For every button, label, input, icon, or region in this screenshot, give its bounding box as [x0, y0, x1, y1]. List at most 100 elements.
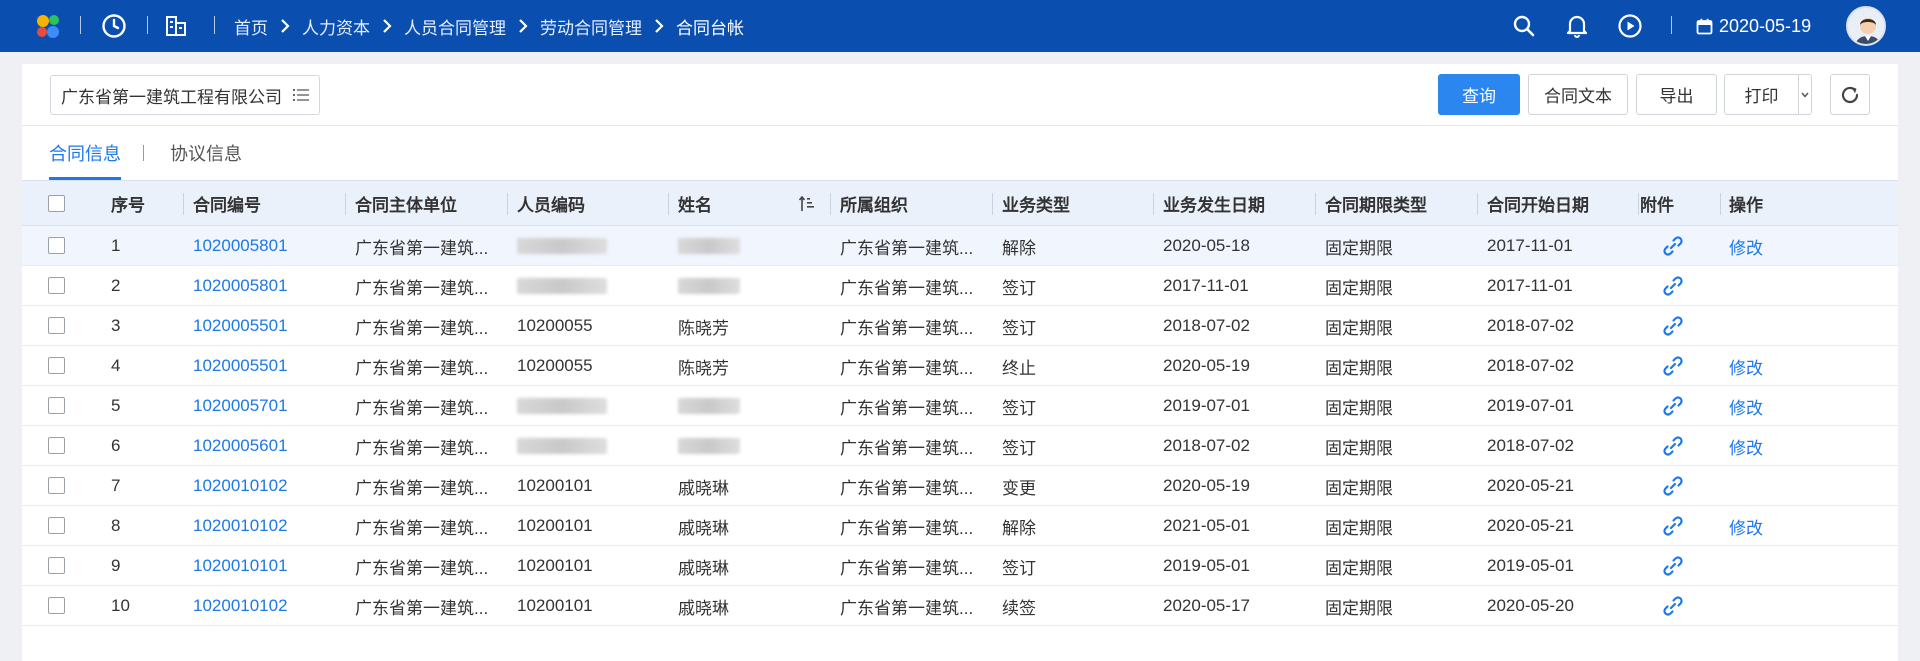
- refresh-icon: [1841, 86, 1859, 103]
- attachment-icon[interactable]: [1662, 586, 1684, 626]
- breadcrumb-item-home[interactable]: 首页: [234, 14, 268, 39]
- table-row[interactable]: 10 1020010102 广东省第一建筑... 10200101 戚晓琳 广东省第一建筑…: [22, 586, 1898, 626]
- app-logo-icon[interactable]: [34, 13, 62, 39]
- column-header-term-type[interactable]: 合同期限类型: [1325, 181, 1427, 226]
- column-header-contract-no[interactable]: 合同编号: [193, 181, 261, 226]
- cell-entity: 广东省第一建筑...: [355, 318, 489, 338]
- table-row[interactable]: 6 1020005601 广东省第一建筑... 广东省第一建筑... 签订 2018-07…: [22, 426, 1898, 466]
- edit-link[interactable]: 修改: [1729, 506, 1763, 546]
- cell-business-date: 2020-05-17: [1163, 596, 1250, 615]
- sort-icon[interactable]: [798, 181, 816, 226]
- export-button[interactable]: 导出: [1636, 74, 1717, 115]
- table-row[interactable]: 9 1020010101 广东省第一建筑... 10200101 戚晓琳 广东省第一建筑.…: [22, 546, 1898, 586]
- row-checkbox[interactable]: [48, 597, 65, 614]
- table-row[interactable]: 5 1020005701 广东省第一建筑... 广东省第一建筑... 签订 2019-07…: [22, 386, 1898, 426]
- column-header-entity[interactable]: 合同主体单位: [355, 181, 457, 226]
- attachment-icon[interactable]: [1662, 386, 1684, 426]
- table-row[interactable]: 2 1020005801 广东省第一建筑... 广东省第一建筑... 签订 2017-11…: [22, 266, 1898, 306]
- topbar-divider: [1671, 16, 1672, 34]
- attachment-icon[interactable]: [1662, 346, 1684, 386]
- select-all-checkbox[interactable]: [48, 195, 65, 212]
- row-checkbox[interactable]: [48, 397, 65, 414]
- contract-no-link[interactable]: 1020010102: [193, 466, 288, 506]
- tab-contract-info[interactable]: 合同信息: [49, 140, 121, 180]
- cell-name: 陈晓芳: [678, 358, 729, 378]
- column-header-business-date[interactable]: 业务发生日期: [1163, 181, 1265, 226]
- column-header-start-date[interactable]: 合同开始日期: [1487, 181, 1589, 226]
- cell-business-type: 变更: [1002, 478, 1036, 498]
- edit-link[interactable]: 修改: [1729, 346, 1763, 386]
- table-row[interactable]: 1 1020005801 广东省第一建筑... 广东省第一建筑... 解除 2020-05…: [22, 226, 1898, 266]
- contract-no-link[interactable]: 1020005601: [193, 426, 288, 466]
- row-checkbox[interactable]: [48, 357, 65, 374]
- table-row[interactable]: 4 1020005501 广东省第一建筑... 10200055 陈晓芳 广东省第一建筑.…: [22, 346, 1898, 386]
- cell-business-type: 签订: [1002, 438, 1036, 458]
- contract-no-link[interactable]: 1020010102: [193, 506, 288, 546]
- contract-no-link[interactable]: 1020005701: [193, 386, 288, 426]
- edit-link[interactable]: 修改: [1729, 426, 1763, 466]
- chevron-right-icon: [518, 19, 528, 33]
- attachment-icon[interactable]: [1662, 306, 1684, 346]
- table-row[interactable]: 3 1020005501 广东省第一建筑... 10200055 陈晓芳 广东省第一建筑.…: [22, 306, 1898, 346]
- refresh-button[interactable]: [1830, 74, 1870, 115]
- column-divider: [345, 193, 346, 215]
- column-header-business-type[interactable]: 业务类型: [1002, 181, 1070, 226]
- contract-no-link[interactable]: 1020005801: [193, 226, 288, 266]
- cell-business-type: 签订: [1002, 558, 1036, 578]
- table-row[interactable]: 7 1020010102 广东省第一建筑... 10200101 戚晓琳 广东省第一建筑.…: [22, 466, 1898, 506]
- breadcrumb-item-contract-management[interactable]: 人员合同管理: [404, 14, 506, 39]
- date-display[interactable]: 2020-05-19: [1696, 0, 1811, 52]
- column-header-employee-code[interactable]: 人员编码: [517, 181, 585, 226]
- row-checkbox[interactable]: [48, 237, 65, 254]
- cell-term-type: 固定期限: [1325, 598, 1393, 618]
- row-checkbox[interactable]: [48, 277, 65, 294]
- main-panel: 广东省第一建筑工程有限公司 查询 合同文本 导出 打印 合同信息 协议信息 序号…: [22, 64, 1898, 661]
- row-checkbox[interactable]: [48, 477, 65, 494]
- row-checkbox[interactable]: [48, 317, 65, 334]
- column-header-name[interactable]: 姓名: [678, 181, 712, 226]
- row-checkbox[interactable]: [48, 517, 65, 534]
- breadcrumb-item-labor-contract[interactable]: 劳动合同管理: [540, 14, 642, 39]
- row-checkbox[interactable]: [48, 437, 65, 454]
- contract-no-link[interactable]: 1020010102: [193, 586, 288, 626]
- print-dropdown[interactable]: [1799, 75, 1811, 114]
- attachment-icon[interactable]: [1662, 546, 1684, 586]
- topbar-divider: [214, 16, 215, 34]
- toolbar-divider: [22, 125, 1898, 126]
- search-icon[interactable]: [1510, 12, 1538, 40]
- list-icon[interactable]: [293, 88, 309, 102]
- building-icon[interactable]: [162, 12, 190, 40]
- clock-icon[interactable]: [100, 12, 128, 40]
- row-checkbox[interactable]: [48, 557, 65, 574]
- cell-org: 广东省第一建筑...: [840, 318, 974, 338]
- edit-link[interactable]: 修改: [1729, 386, 1763, 426]
- contract-no-link[interactable]: 1020005501: [193, 346, 288, 386]
- breadcrumb-item-human-capital[interactable]: 人力资本: [302, 14, 370, 39]
- attachment-icon[interactable]: [1662, 506, 1684, 546]
- contract-no-link[interactable]: 1020005801: [193, 266, 288, 306]
- cell-business-type: 解除: [1002, 518, 1036, 538]
- attachment-icon[interactable]: [1662, 466, 1684, 506]
- contract-no-link[interactable]: 1020005501: [193, 306, 288, 346]
- table-header: 序号 合同编号 合同主体单位 人员编码 姓名 所属组织 业务类型 业务发生日期 …: [22, 180, 1898, 226]
- tab-agreement-info[interactable]: 协议信息: [170, 140, 242, 180]
- attachment-icon[interactable]: [1662, 426, 1684, 466]
- play-circle-icon[interactable]: [1616, 12, 1644, 40]
- contract-no-link[interactable]: 1020010101: [193, 546, 288, 586]
- attachment-icon[interactable]: [1662, 266, 1684, 306]
- table-row[interactable]: 8 1020010102 广东省第一建筑... 10200101 戚晓琳 广东省第一建筑.…: [22, 506, 1898, 546]
- bell-icon[interactable]: [1563, 12, 1591, 40]
- contract-text-button[interactable]: 合同文本: [1528, 74, 1628, 115]
- company-selector[interactable]: 广东省第一建筑工程有限公司: [50, 75, 320, 115]
- column-header-org[interactable]: 所属组织: [840, 181, 908, 226]
- cell-business-type: 续签: [1002, 598, 1036, 618]
- cell-no: 7: [111, 476, 121, 495]
- attachment-icon[interactable]: [1662, 226, 1684, 266]
- query-button[interactable]: 查询: [1438, 74, 1520, 115]
- edit-link[interactable]: 修改: [1729, 226, 1763, 266]
- print-button[interactable]: 打印: [1725, 75, 1799, 114]
- topbar-divider: [80, 16, 81, 34]
- cell-business-date: 2018-07-02: [1163, 316, 1250, 335]
- avatar[interactable]: [1846, 6, 1886, 46]
- cell-start-date: 2020-05-21: [1487, 516, 1574, 535]
